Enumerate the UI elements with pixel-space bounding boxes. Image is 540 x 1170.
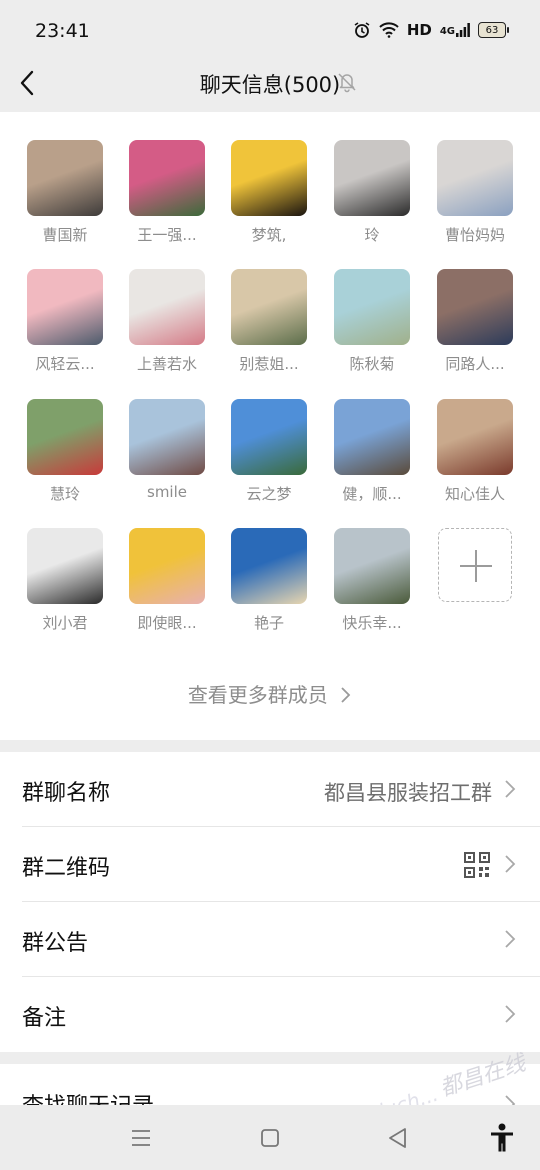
avatar	[129, 269, 205, 345]
member-name: 同路人...	[445, 355, 505, 373]
alarm-icon	[354, 22, 370, 38]
member-item[interactable]: 快乐幸...	[327, 528, 417, 633]
mute-bell-icon	[338, 73, 356, 93]
avatar	[129, 140, 205, 216]
view-more-members-link[interactable]: 查看更多群成员	[0, 679, 540, 708]
avatar	[27, 399, 103, 475]
member-name: 刘小君	[42, 614, 88, 632]
avatar	[129, 399, 205, 475]
member-name: smile	[147, 483, 187, 501]
member-name: 陈秋菊	[349, 355, 395, 373]
settings-row-remark[interactable]: 备注	[0, 977, 540, 1052]
group-name-label: 群聊名称	[22, 781, 111, 806]
member-name: 梦筑,	[251, 226, 287, 244]
member-name: 健，顺...	[342, 485, 402, 503]
settings-row-group-name[interactable]: 群聊名称 都昌县服装招工群	[0, 752, 540, 827]
home-square-icon[interactable]	[260, 1128, 280, 1148]
remark-label: 备注	[22, 1006, 67, 1031]
nav-bar: 聊天信息(500)	[0, 62, 540, 112]
avatar	[129, 528, 205, 604]
chevron-right-icon	[505, 855, 516, 873]
member-name: 风轻云...	[35, 355, 95, 373]
add-member-button[interactable]	[430, 528, 520, 602]
member-name: 云之梦	[246, 485, 292, 503]
status-bar: 23:41 HD 4G 63	[0, 0, 540, 62]
member-name: 知心佳人	[444, 485, 505, 503]
member-item[interactable]: 健，顺...	[327, 399, 417, 504]
avatar	[437, 399, 513, 475]
menu-icon[interactable]	[131, 1129, 151, 1147]
qr-code-icon	[464, 852, 490, 878]
member-item[interactable]: 慧玲	[20, 399, 110, 504]
chevron-right-icon	[505, 930, 516, 948]
member-item[interactable]: 刘小君	[20, 528, 110, 633]
settings-row-qr-code[interactable]: 群二维码	[0, 827, 540, 902]
back-triangle-icon[interactable]	[386, 1126, 408, 1150]
member-item[interactable]: 曹怡妈妈	[430, 140, 520, 245]
member-item[interactable]: 风轻云...	[20, 269, 110, 374]
wifi-icon	[379, 22, 399, 38]
status-time: 23:41	[35, 20, 90, 42]
avatar	[334, 269, 410, 345]
member-item[interactable]: 别惹姐...	[224, 269, 314, 374]
status-icons: HD 4G 63	[353, 21, 509, 39]
member-name: 慧玲	[49, 485, 80, 503]
member-item[interactable]: 艳子	[224, 528, 314, 633]
accessibility-icon[interactable]	[488, 1123, 516, 1153]
member-name: 曹怡妈妈	[444, 226, 505, 244]
member-item[interactable]: 陈秋菊	[327, 269, 417, 374]
avatar	[27, 528, 103, 604]
member-name: 曹国新	[42, 226, 88, 244]
member-item[interactable]: 即使眼...	[122, 528, 212, 633]
member-item[interactable]: smile	[122, 399, 212, 501]
network-hd-label: HD	[406, 21, 432, 39]
group-name-value: 都昌县服装招工群	[324, 781, 492, 805]
member-name: 艳子	[253, 614, 284, 632]
view-more-label: 查看更多群成员	[187, 683, 328, 707]
settings-list: 群聊名称 都昌县服装招工群 群二维码 群公告 备注	[0, 752, 540, 1052]
member-item[interactable]: 王一强...	[122, 140, 212, 245]
battery-indicator: 63	[478, 22, 509, 38]
avatar	[437, 140, 513, 216]
member-item[interactable]: 上善若水	[122, 269, 212, 374]
member-item[interactable]: 曹国新	[20, 140, 110, 245]
plus-icon	[438, 528, 512, 602]
member-item[interactable]: 同路人...	[430, 269, 520, 374]
signal-type: 4G	[439, 26, 455, 37]
member-name: 玲	[364, 226, 380, 244]
chevron-right-icon	[505, 780, 516, 798]
avatar	[437, 269, 513, 345]
member-name: 快乐幸...	[342, 614, 402, 632]
chevron-right-icon	[341, 687, 351, 703]
member-name: 上善若水	[136, 355, 197, 373]
chevron-right-icon	[505, 1005, 516, 1023]
avatar	[231, 269, 307, 345]
avatar	[334, 399, 410, 475]
member-item[interactable]: 梦筑,	[224, 140, 314, 245]
member-item[interactable]: 玲	[327, 140, 417, 245]
member-item[interactable]: 云之梦	[224, 399, 314, 504]
avatar	[231, 399, 307, 475]
avatar	[231, 528, 307, 604]
member-name: 王一强...	[137, 226, 197, 244]
announcement-label: 群公告	[22, 931, 89, 956]
member-name: 别惹姐...	[239, 355, 299, 373]
qr-code-label: 群二维码	[22, 856, 111, 881]
page-title: 聊天信息(500)	[199, 73, 341, 97]
signal-icon: 4G	[440, 23, 470, 37]
members-panel: 曹国新 王一强... 梦筑, 玲 曹怡妈妈风轻云... 上善若水 别惹姐... 陈秋菊 同路人.…	[0, 112, 540, 740]
avatar	[231, 140, 307, 216]
member-name: 即使眼...	[137, 614, 197, 632]
avatar	[334, 140, 410, 216]
settings-row-announcement[interactable]: 群公告	[0, 902, 540, 977]
system-nav-bar	[0, 1105, 540, 1170]
avatar	[27, 140, 103, 216]
avatar	[27, 269, 103, 345]
member-item[interactable]: 知心佳人	[430, 399, 520, 504]
avatar	[334, 528, 410, 604]
